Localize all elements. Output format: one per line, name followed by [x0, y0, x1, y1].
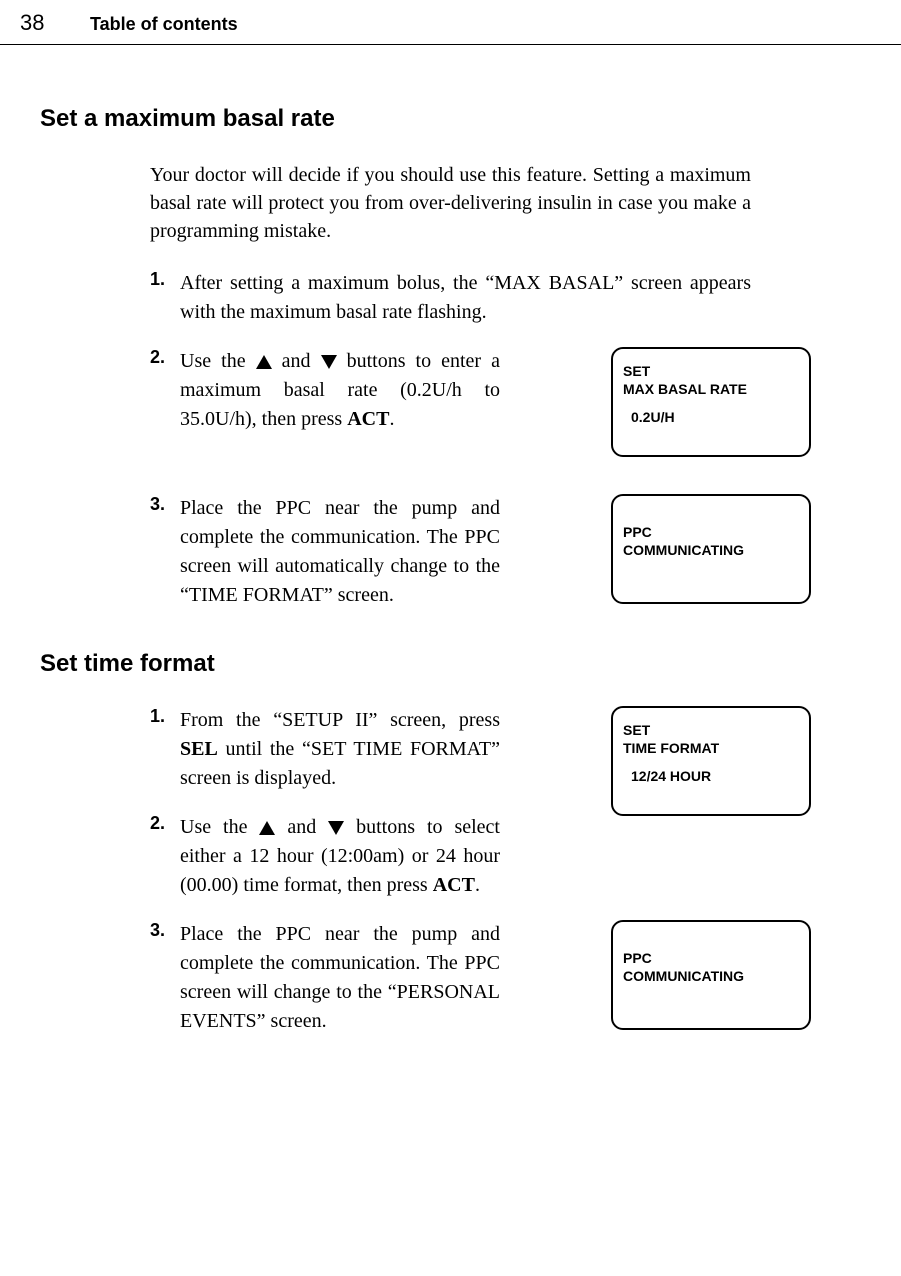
- screen-line: PPC: [623, 950, 799, 966]
- step-text: From the “SETUP II” screen, press SEL un…: [180, 706, 500, 793]
- step-number: 2.: [150, 347, 180, 368]
- step-number: 1.: [150, 706, 180, 727]
- text-fragment: From the “SETUP II” screen, press: [180, 709, 500, 731]
- step-2b: 2. Use the and buttons to select either …: [150, 813, 861, 900]
- screen-line: MAX BASAL RATE: [623, 381, 799, 397]
- text-fragment: until the “SET TIME FORMAT” screen is di…: [180, 738, 500, 789]
- page-number: 38: [0, 10, 90, 36]
- text-fragment: and: [272, 350, 321, 372]
- screen-line: PPC: [623, 524, 799, 540]
- screen-line: COMMUNICATING: [623, 542, 799, 558]
- step-text: Use the and buttons to select either a 1…: [180, 813, 500, 900]
- step-number: 1.: [150, 269, 180, 290]
- act-label: ACT: [347, 408, 389, 430]
- step-text: Place the PPC near the pump and complete…: [180, 494, 500, 610]
- screen-line: COMMUNICATING: [623, 968, 799, 984]
- up-arrow-icon: [256, 355, 272, 369]
- intro-paragraph: Your doctor will decide if you should us…: [150, 161, 751, 245]
- sel-label: SEL: [180, 738, 218, 760]
- screen-value: 12/24 HOUR: [631, 768, 799, 784]
- page-header: 38 Table of contents: [0, 0, 901, 45]
- screen-ppc-communicating-2: PPC COMMUNICATING: [611, 920, 811, 1030]
- screen-max-basal: SET MAX BASAL RATE 0.2U/H: [611, 347, 811, 457]
- text-fragment: Use the: [180, 350, 256, 372]
- step-text: Use the and buttons to enter a maximum b…: [180, 347, 500, 434]
- step-text: After setting a maximum bolus, the “MAX …: [180, 269, 751, 327]
- step-1: 1. After setting a maximum bolus, the “M…: [150, 269, 861, 327]
- section-max-basal-title: Set a maximum basal rate: [40, 105, 861, 133]
- text-fragment: .: [389, 408, 394, 430]
- toc-label: Table of contents: [90, 14, 238, 35]
- down-arrow-icon: [321, 355, 337, 369]
- screen-line: SET: [623, 722, 799, 738]
- screen-line: SET: [623, 363, 799, 379]
- up-arrow-icon: [259, 821, 275, 835]
- down-arrow-icon: [328, 821, 344, 835]
- act-label: ACT: [433, 874, 475, 896]
- text-fragment: Use the: [180, 816, 259, 838]
- step-number: 3.: [150, 920, 180, 941]
- screen-value: 0.2U/H: [631, 409, 799, 425]
- step-text: Place the PPC near the pump and complete…: [180, 920, 500, 1036]
- screen-ppc-communicating: PPC COMMUNICATING: [611, 494, 811, 604]
- page-content: Set a maximum basal rate Your doctor wil…: [0, 105, 901, 1036]
- text-fragment: and: [275, 816, 328, 838]
- screen-time-format: SET TIME FORMAT 12/24 HOUR: [611, 706, 811, 816]
- text-fragment: .: [475, 874, 480, 896]
- screen-line: TIME FORMAT: [623, 740, 799, 756]
- step-number: 3.: [150, 494, 180, 515]
- section-time-format-title: Set time format: [40, 650, 861, 678]
- step-number: 2.: [150, 813, 180, 834]
